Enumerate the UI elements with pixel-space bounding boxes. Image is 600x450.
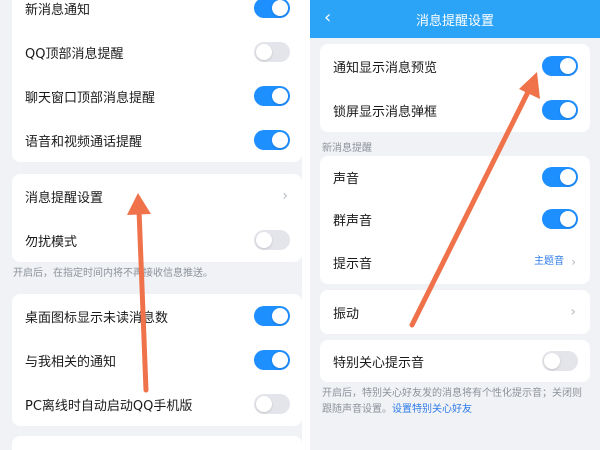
toggle-knob	[560, 102, 576, 118]
toggle-knob	[272, 308, 288, 324]
row-label: 振动	[333, 306, 360, 322]
pc-offline-autostart-toggle[interactable]	[254, 394, 290, 414]
page-title: 消息提醒设置	[415, 14, 494, 29]
badge-group-card: 桌面图标显示未读消息数 与我相关的通知 PC离线时自动启动QQ手机版	[12, 294, 302, 426]
tone-value: 主题音	[534, 256, 564, 267]
sound-toggle[interactable]	[542, 167, 578, 187]
toggle-knob	[256, 44, 272, 60]
dnd-note: 开启后，在指定时间内将不再接收信息推送。	[13, 268, 213, 279]
row-group-sound[interactable]: 群声音	[320, 198, 590, 240]
row-special-care-tone[interactable]: 特别关心提示音	[320, 340, 590, 382]
left-settings-panel: 新消息通知 QQ顶部消息提醒 聊天窗口顶部消息提醒 语音和视频通话提醒 消息提醒…	[0, 0, 302, 450]
qq-top-reminder-toggle[interactable]	[254, 42, 290, 62]
row-chat-window-top-reminder[interactable]: 聊天窗口顶部消息提醒	[12, 74, 302, 118]
new-message-notification-toggle[interactable]	[254, 0, 290, 18]
row-message-reminder-settings[interactable]: 消息提醒设置 ›	[12, 174, 302, 218]
desktop-badge-count-toggle[interactable]	[254, 306, 290, 326]
special-care-note-text: 跟随声音设置。	[322, 404, 392, 415]
special-care-card: 特别关心提示音	[320, 340, 590, 382]
voice-video-call-reminder-toggle[interactable]	[254, 130, 290, 150]
lockscreen-popup-toggle[interactable]	[542, 100, 578, 120]
chat-window-top-reminder-toggle[interactable]	[254, 86, 290, 106]
chevron-right-icon: ›	[570, 304, 576, 320]
notification-group-card: 新消息通知 QQ顶部消息提醒 聊天窗口顶部消息提醒 语音和视频通话提醒	[12, 0, 302, 162]
panel-divider	[302, 0, 310, 450]
next-group-card	[12, 436, 302, 450]
row-vibration[interactable]: 振动 ›	[320, 290, 590, 334]
notification-preview-toggle[interactable]	[542, 56, 578, 76]
do-not-disturb-toggle[interactable]	[254, 230, 290, 250]
special-care-tone-toggle[interactable]	[542, 351, 578, 371]
row-new-message-notification[interactable]: 新消息通知	[12, 0, 302, 30]
toggle-knob	[256, 396, 272, 412]
toggle-knob	[272, 88, 288, 104]
toggle-knob	[272, 352, 288, 368]
special-care-note-line-2: 跟随声音设置。设置特别关心好友	[322, 402, 594, 418]
toggle-knob	[560, 169, 576, 185]
row-pc-offline-autostart[interactable]: PC离线时自动启动QQ手机版	[12, 382, 302, 426]
group-sound-toggle[interactable]	[542, 209, 578, 229]
preview-group-card: 通知显示消息预览 锁屏显示消息弹框	[320, 44, 590, 132]
toggle-knob	[560, 58, 576, 74]
row-notification-tone[interactable]: 提示音 主题音 ›	[320, 240, 590, 284]
title-bar: ‹ 消息提醒设置	[310, 0, 600, 38]
vibration-card: 振动 ›	[320, 290, 590, 334]
reminder-settings-card: 消息提醒设置 › 勿扰模式	[12, 174, 302, 262]
set-special-care-friends-link[interactable]: 设置特别关心好友	[392, 404, 472, 415]
toggle-knob	[256, 232, 272, 248]
chevron-right-icon: ›	[282, 188, 288, 204]
toggle-knob	[272, 132, 288, 148]
row-do-not-disturb[interactable]: 勿扰模式	[12, 218, 302, 262]
row-voice-video-call-reminder[interactable]: 语音和视频通话提醒	[12, 118, 302, 162]
row-label: 消息提醒设置	[25, 190, 104, 206]
special-care-note-line-1: 开启后，特别关心好友发的消息将有个性化提示音；关闭则	[322, 388, 582, 399]
toggle-knob	[544, 353, 560, 369]
row-related-notifications[interactable]: 与我相关的通知	[12, 338, 302, 382]
row-notification-preview[interactable]: 通知显示消息预览	[320, 44, 590, 88]
related-notifications-toggle[interactable]	[254, 350, 290, 370]
row-lockscreen-popup[interactable]: 锁屏显示消息弹框	[320, 88, 590, 132]
chevron-right-icon: ›	[571, 255, 576, 269]
toggle-knob	[272, 0, 288, 16]
row-desktop-badge-count[interactable]: 桌面图标显示未读消息数	[12, 294, 302, 338]
right-settings-panel: ‹ 消息提醒设置 通知显示消息预览 锁屏显示消息弹框 新消息提醒 声音 群声音 …	[310, 0, 600, 450]
section-label-new-message: 新消息提醒	[322, 143, 372, 154]
special-care-note: 开启后，特别关心好友发的消息将有个性化提示音；关闭则 跟随声音设置。设置特别关心…	[322, 386, 594, 418]
toggle-knob	[560, 211, 576, 227]
row-qq-top-reminder[interactable]: QQ顶部消息提醒	[12, 30, 302, 74]
row-sound[interactable]: 声音	[320, 156, 590, 198]
sound-group-card: 声音 群声音 提示音 主题音 ›	[320, 156, 590, 284]
